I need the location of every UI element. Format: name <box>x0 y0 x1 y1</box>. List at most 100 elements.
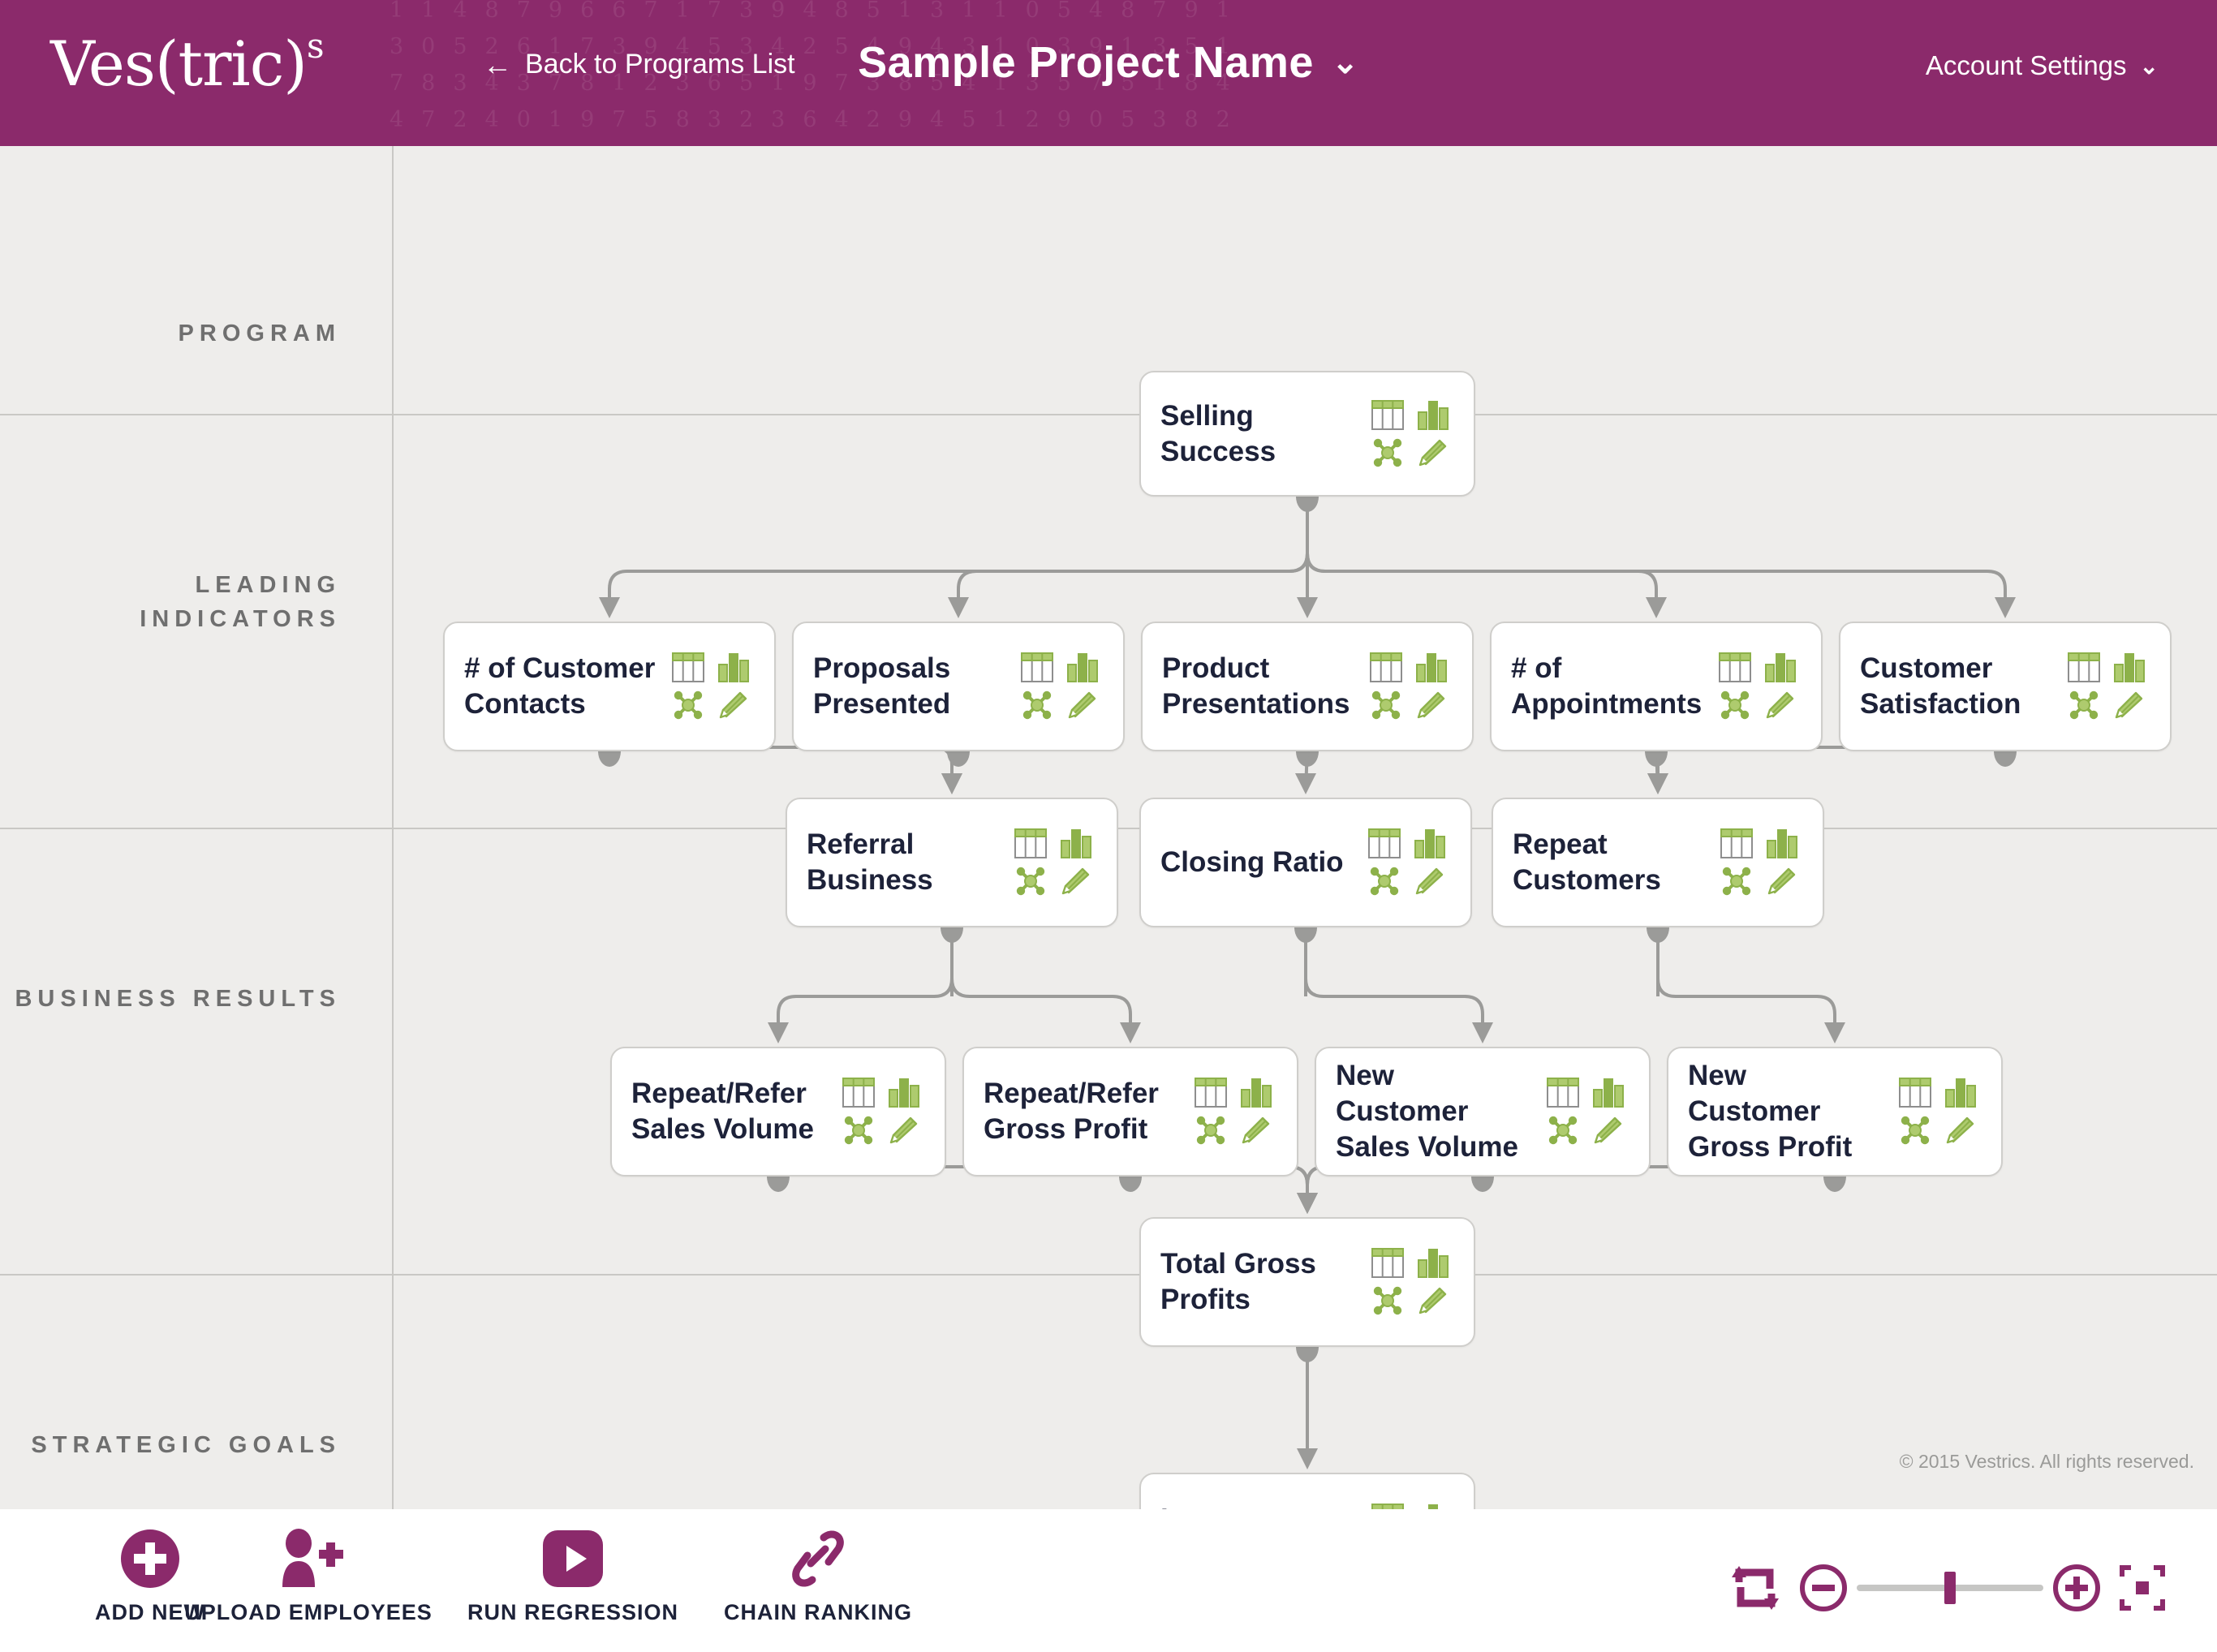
node-new-customer-profit[interactable]: New Customer Gross Profit <box>1667 1047 2003 1177</box>
table-icon[interactable] <box>1020 652 1054 684</box>
node-appointments[interactable]: # of Appointments <box>1490 622 1823 751</box>
bar-chart-icon[interactable] <box>1413 828 1447 860</box>
node-icon-group <box>1362 825 1453 900</box>
tool-run-regression[interactable]: RUN REGRESSION <box>439 1527 707 1625</box>
node-label: Customer Satisfaction <box>1860 652 2021 720</box>
pencil-icon[interactable] <box>1413 865 1447 897</box>
node-closing-ratio[interactable]: Closing Ratio <box>1139 798 1472 927</box>
tool-label: CHAIN RANKING <box>724 1600 912 1624</box>
account-settings-menu[interactable]: Account Settings ⌄ <box>1926 50 2159 81</box>
pencil-icon[interactable] <box>1944 1114 1978 1147</box>
play-button-icon <box>541 1527 605 1590</box>
bar-chart-icon[interactable] <box>887 1077 921 1109</box>
pencil-icon[interactable] <box>1416 437 1450 469</box>
network-icon[interactable] <box>1371 437 1405 469</box>
node-customer-satisfaction[interactable]: Customer Satisfaction <box>1839 622 2172 751</box>
bar-chart-icon[interactable] <box>1416 399 1450 432</box>
bar-chart-icon[interactable] <box>1414 652 1449 684</box>
pencil-icon[interactable] <box>1416 1284 1450 1317</box>
bar-chart-icon[interactable] <box>1239 1077 1273 1109</box>
node-icon-group <box>1008 825 1099 900</box>
network-icon[interactable] <box>1371 1284 1405 1317</box>
node-label: Product Presentations <box>1162 652 1350 720</box>
pencil-icon[interactable] <box>1591 1114 1625 1147</box>
node-product-presentations[interactable]: Product Presentations <box>1141 622 1474 751</box>
zoom-controls[interactable] <box>1720 1556 2175 1620</box>
table-icon[interactable] <box>1371 1247 1405 1280</box>
network-icon[interactable] <box>1546 1114 1580 1147</box>
reset-layout-icon[interactable] <box>1720 1556 1790 1620</box>
pencil-icon[interactable] <box>1239 1114 1273 1147</box>
network-icon[interactable] <box>2067 689 2101 721</box>
bar-chart-icon[interactable] <box>1065 652 1100 684</box>
network-icon[interactable] <box>1014 865 1048 897</box>
zoom-slider-track[interactable] <box>1857 1572 2043 1604</box>
table-icon[interactable] <box>1898 1077 1932 1109</box>
table-icon[interactable] <box>1718 652 1752 684</box>
node-repeat-customers[interactable]: Repeat Customers <box>1492 798 1824 927</box>
network-icon[interactable] <box>1020 689 1054 721</box>
table-icon[interactable] <box>1367 828 1401 860</box>
node-proposals-presented[interactable]: Proposals Presented <box>792 622 1125 751</box>
bar-chart-icon[interactable] <box>1416 1247 1450 1280</box>
zoom-slider-handle[interactable] <box>1944 1572 1956 1604</box>
table-icon[interactable] <box>1371 399 1405 432</box>
network-icon[interactable] <box>1194 1114 1228 1147</box>
table-icon[interactable] <box>671 652 705 684</box>
tool-upload-employees[interactable]: UPLOAD EMPLOYEES <box>174 1527 442 1625</box>
network-icon[interactable] <box>1718 689 1752 721</box>
node-icon-group <box>1892 1074 1983 1149</box>
network-icon[interactable] <box>671 689 705 721</box>
pencil-icon[interactable] <box>717 689 751 721</box>
pencil-icon[interactable] <box>1765 865 1799 897</box>
row-label-program: PROGRAM <box>178 321 341 346</box>
pencil-icon[interactable] <box>1763 689 1797 721</box>
fit-to-screen-icon[interactable] <box>2110 1556 2175 1620</box>
pencil-icon[interactable] <box>1059 865 1093 897</box>
node-customer-contacts[interactable]: # of Customer Contacts <box>443 622 776 751</box>
zoom-in-icon[interactable] <box>2043 1556 2110 1620</box>
row-label-business-results: BUSINESS RESULTS <box>15 986 341 1012</box>
network-icon[interactable] <box>1898 1114 1932 1147</box>
node-referral-business[interactable]: Referral Business <box>786 798 1118 927</box>
zoom-out-icon[interactable] <box>1790 1556 1857 1620</box>
node-repeat-refer-profit[interactable]: Repeat/Refer Gross Profit <box>962 1047 1298 1177</box>
table-icon[interactable] <box>1194 1077 1228 1109</box>
bar-chart-icon[interactable] <box>2112 652 2146 684</box>
node-label: Repeat/Refer Gross Profit <box>984 1078 1159 1145</box>
pencil-icon[interactable] <box>1065 689 1100 721</box>
node-label: Repeat Customers <box>1513 828 1661 896</box>
node-icon-group <box>1014 649 1105 724</box>
pencil-icon[interactable] <box>1414 689 1449 721</box>
network-icon[interactable] <box>1369 689 1403 721</box>
bar-chart-icon[interactable] <box>1591 1077 1625 1109</box>
table-icon[interactable] <box>2067 652 2101 684</box>
table-icon[interactable] <box>1014 828 1048 860</box>
node-selling-success[interactable]: Selling Success <box>1139 371 1475 497</box>
row-divider <box>0 414 2217 415</box>
node-repeat-refer-sales[interactable]: Repeat/Refer Sales Volume <box>610 1047 946 1177</box>
bar-chart-icon[interactable] <box>1763 652 1797 684</box>
node-new-customer-sales[interactable]: New Customer Sales Volume <box>1315 1047 1651 1177</box>
node-icon-group <box>1712 649 1803 724</box>
table-icon[interactable] <box>1720 828 1754 860</box>
bar-chart-icon[interactable] <box>1765 828 1799 860</box>
table-icon[interactable] <box>1369 652 1403 684</box>
node-total-gross-profits[interactable]: Total Gross Profits <box>1139 1217 1475 1347</box>
diagram-canvas[interactable]: PROGRAM LEADING INDICATORS BUSINESS RESU… <box>0 146 2217 1603</box>
network-icon[interactable] <box>842 1114 876 1147</box>
bar-chart-icon[interactable] <box>1059 828 1093 860</box>
node-label: # of Customer Contacts <box>464 652 656 720</box>
table-icon[interactable] <box>842 1077 876 1109</box>
pencil-icon[interactable] <box>2112 689 2146 721</box>
table-icon[interactable] <box>1546 1077 1580 1109</box>
pencil-icon[interactable] <box>887 1114 921 1147</box>
tool-chain-ranking[interactable]: CHAIN RANKING <box>684 1527 952 1625</box>
node-icon-group <box>665 649 756 724</box>
node-icon-group <box>2061 649 2152 724</box>
bar-chart-icon[interactable] <box>1944 1077 1978 1109</box>
bar-chart-icon[interactable] <box>717 652 751 684</box>
network-icon[interactable] <box>1367 865 1401 897</box>
network-icon[interactable] <box>1720 865 1754 897</box>
project-title-dropdown[interactable]: Sample Project Name ⌄ <box>0 37 2217 88</box>
